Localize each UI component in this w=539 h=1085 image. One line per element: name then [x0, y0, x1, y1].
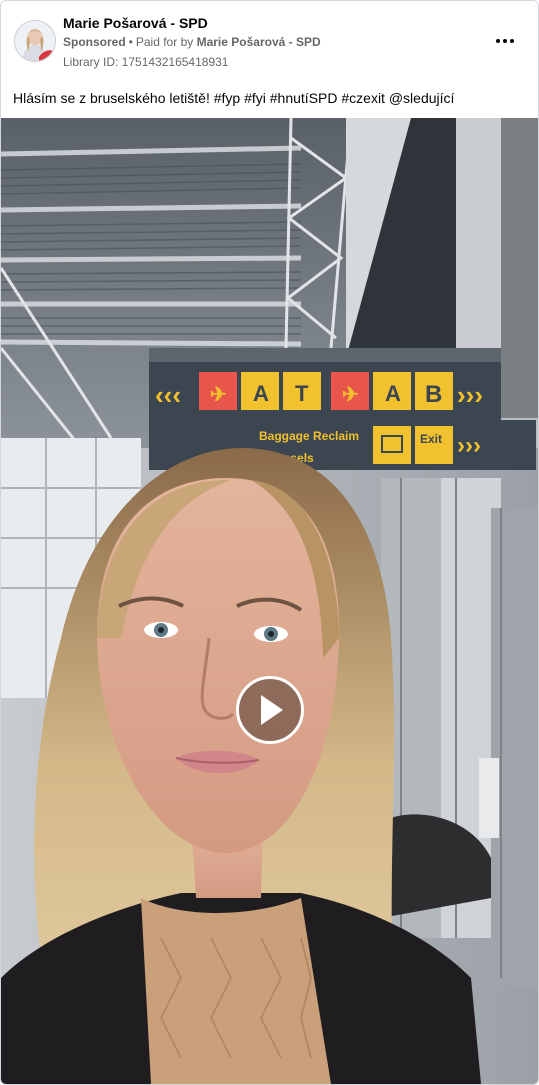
video-player[interactable]: ‹‹‹ ✈ A T ✈ A B ››› Baggage Reclaim Brus…	[1, 118, 538, 1084]
sign-gate-t: T	[295, 381, 309, 406]
library-id: Library ID: 1751432165418931	[63, 55, 229, 69]
play-icon	[261, 695, 283, 725]
profile-avatar[interactable]	[14, 20, 56, 62]
paid-for-by[interactable]: Marie Pošarová - SPD	[197, 35, 321, 49]
sponsored-meta: Sponsored • Paid for by Marie Pošarová - S…	[63, 35, 321, 49]
sign-gate-b: B	[425, 381, 442, 408]
sign-gate-a2: A	[385, 381, 401, 406]
ad-card: Marie Pošarová - SPD Sponsored • Paid for …	[0, 0, 539, 1085]
avatar-portrait-icon	[15, 21, 55, 61]
separator-dot: •	[128, 35, 133, 49]
sign-baggage-reclaim: Baggage Reclaim	[259, 429, 359, 443]
paid-for-prefix: Paid for by	[135, 35, 194, 49]
sponsored-label: Sponsored	[63, 35, 126, 49]
svg-text:✈: ✈	[210, 384, 227, 406]
video-frame: ‹‹‹ ✈ A T ✈ A B ››› Baggage Reclaim Brus…	[1, 118, 538, 1084]
sign-gate-a: A	[253, 381, 269, 406]
sign-left-arrows: ‹‹‹	[155, 380, 181, 410]
sign-exit-arrows: ›››	[457, 432, 481, 459]
post-header: Marie Pošarová - SPD Sponsored • Paid for …	[1, 1, 538, 117]
post-caption: Hlásím se z bruselského letiště! #fyp #f…	[13, 90, 455, 106]
play-button[interactable]	[236, 676, 304, 744]
sign-right-arrows: ›››	[457, 380, 483, 410]
more-options-icon[interactable]	[491, 29, 519, 53]
sign-exit: Exit	[420, 432, 442, 446]
svg-text:✈: ✈	[342, 384, 359, 406]
page-name[interactable]: Marie Pošarová - SPD	[63, 15, 208, 31]
